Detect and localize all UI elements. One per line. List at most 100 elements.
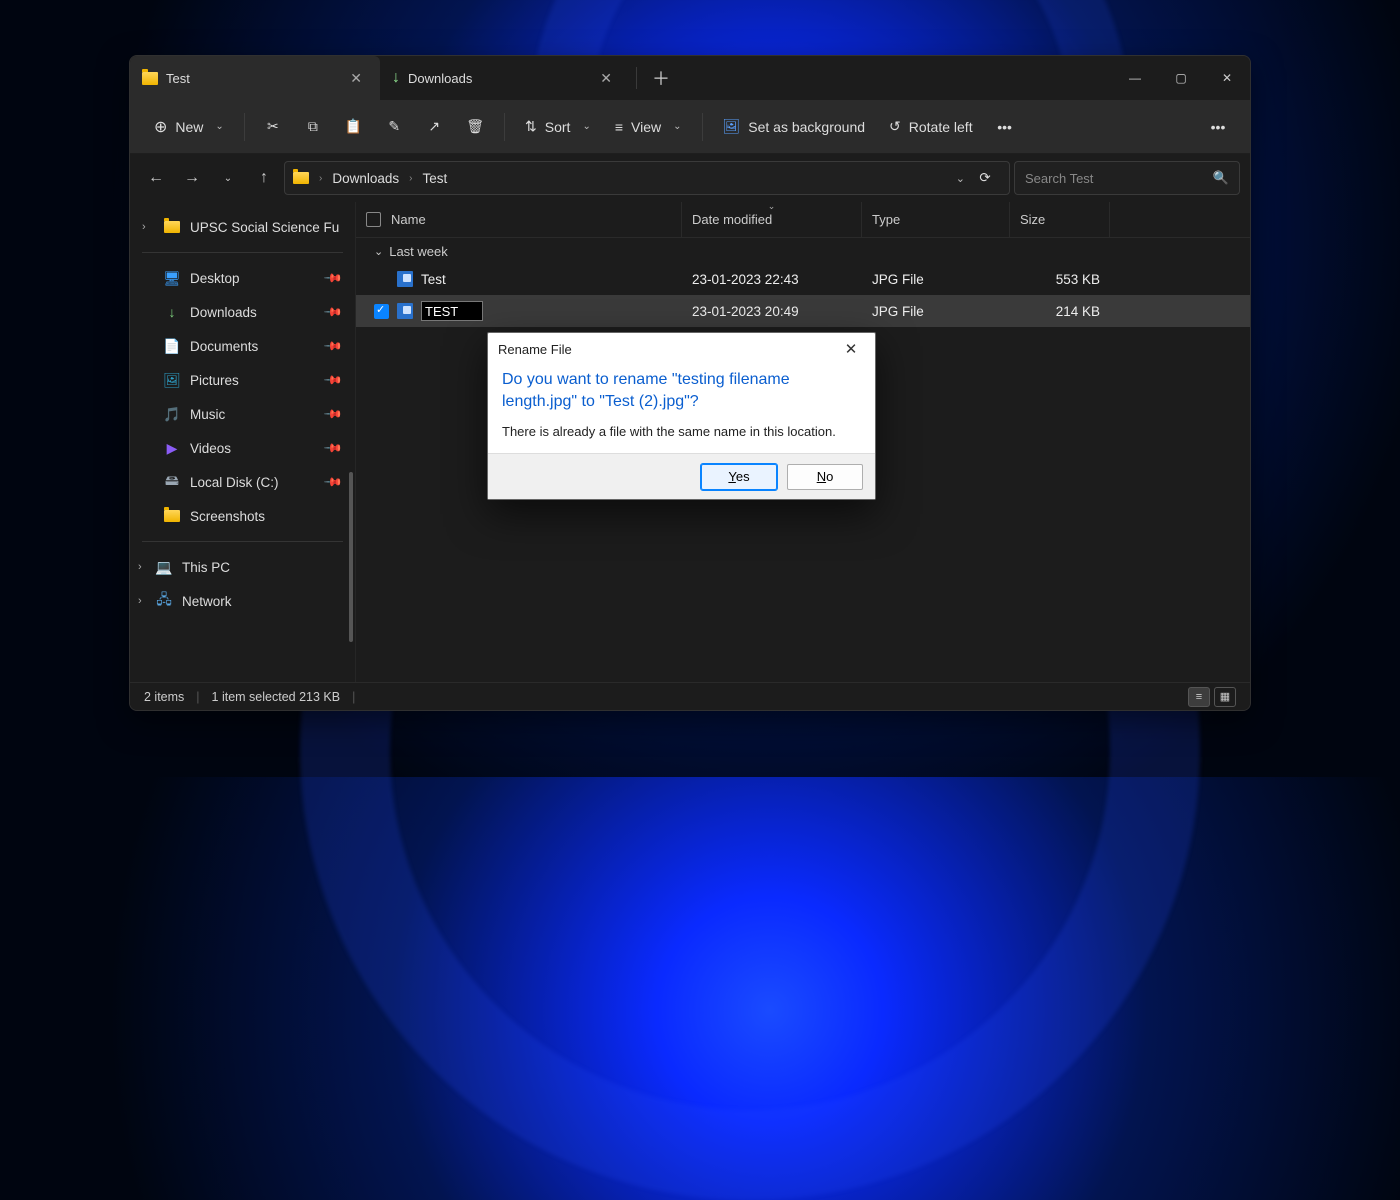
drive-icon: 🖴 bbox=[164, 474, 180, 490]
dialog-close-button[interactable]: ✕ bbox=[837, 335, 865, 363]
sidebar: › UPSC Social Science Fu 🖥 Desktop 📌 ↓ D… bbox=[130, 202, 356, 682]
column-size[interactable]: Size bbox=[1010, 202, 1110, 237]
yes-button[interactable]: Yes bbox=[701, 464, 777, 490]
pin-icon: 📌 bbox=[323, 404, 343, 424]
search-input[interactable]: Search Test 🔍 bbox=[1014, 161, 1240, 195]
sidebar-item-local-disk[interactable]: 🖴 Local Disk (C:) 📌 bbox=[136, 465, 349, 499]
sidebar-item-this-pc[interactable]: › 💻 This PC bbox=[136, 550, 349, 584]
view-button[interactable]: ≡ View ⌄ bbox=[605, 109, 692, 145]
pin-icon: 📌 bbox=[323, 438, 343, 458]
details-view-button[interactable]: ≡ bbox=[1188, 687, 1210, 707]
sidebar-label: Music bbox=[190, 407, 225, 422]
sidebar-label: Videos bbox=[190, 441, 231, 456]
breadcrumb-segment[interactable]: Downloads bbox=[332, 171, 399, 186]
back-button[interactable]: ← bbox=[140, 162, 172, 194]
picture-icon: 🖼 bbox=[723, 118, 741, 135]
no-button[interactable]: No bbox=[787, 464, 863, 490]
recent-locations-button[interactable]: ⌄ bbox=[212, 162, 244, 194]
file-row[interactable]: 23-01-2023 20:49 JPG File 214 KB bbox=[356, 295, 1250, 327]
minimize-button[interactable]: — bbox=[1112, 56, 1158, 100]
titlebar: Test ✕ ↓ Downloads ✕ ＋ — ▢ ✕ bbox=[130, 56, 1250, 100]
chevron-down-icon[interactable]: ⌄ bbox=[956, 172, 965, 185]
sort-button[interactable]: ⇅ Sort ⌄ bbox=[515, 109, 601, 145]
rename-button[interactable]: ✎ bbox=[376, 109, 412, 145]
group-header[interactable]: ⌄ Last week bbox=[356, 238, 1250, 263]
column-label: Name bbox=[391, 212, 426, 227]
thumbnails-view-button[interactable]: ▦ bbox=[1214, 687, 1236, 707]
row-checkbox[interactable] bbox=[374, 304, 389, 319]
select-all-checkbox[interactable] bbox=[366, 212, 381, 227]
dialog-question: Do you want to rename "testing filename … bbox=[502, 369, 861, 412]
folder-icon bbox=[164, 221, 180, 233]
close-tab-icon[interactable]: ✕ bbox=[594, 66, 618, 91]
search-icon: 🔍 bbox=[1213, 170, 1229, 186]
delete-button[interactable]: 🗑 bbox=[456, 109, 494, 145]
more-button-1[interactable]: ••• bbox=[987, 109, 1023, 145]
column-type[interactable]: Type bbox=[862, 202, 1010, 237]
sidebar-item-documents[interactable]: 📄 Documents 📌 bbox=[136, 329, 349, 363]
jpg-file-icon bbox=[397, 303, 413, 319]
videos-icon: ▶ bbox=[164, 440, 180, 456]
sidebar-label: Screenshots bbox=[190, 509, 265, 524]
plus-circle-icon: ⊕ bbox=[154, 117, 167, 137]
share-button[interactable]: ↗ bbox=[416, 109, 452, 145]
sidebar-item-pictures[interactable]: 🖼 Pictures 📌 bbox=[136, 363, 349, 397]
maximize-button[interactable]: ▢ bbox=[1158, 56, 1204, 100]
refresh-button[interactable]: ⟳ bbox=[969, 170, 1001, 186]
new-tab-button[interactable]: ＋ bbox=[643, 60, 679, 96]
status-bar: 2 items | 1 item selected 213 KB | ≡ ▦ bbox=[130, 682, 1250, 710]
copy-icon: ⧉ bbox=[308, 118, 318, 135]
file-type: JPG File bbox=[872, 272, 924, 287]
sidebar-item-downloads[interactable]: ↓ Downloads 📌 bbox=[136, 295, 349, 329]
toolbar: ⊕ New ⌄ ✂ ⧉ 📋 ✎ ↗ 🗑 ⇅ Sort ⌄ ≡ View ⌄ 🖼 … bbox=[130, 100, 1250, 154]
sidebar-item-music[interactable]: 🎵 Music 📌 bbox=[136, 397, 349, 431]
breadcrumb-segment[interactable]: Test bbox=[422, 171, 447, 186]
up-button[interactable]: ↑ bbox=[248, 162, 280, 194]
pin-icon: 📌 bbox=[323, 336, 343, 356]
view-label: View bbox=[631, 119, 661, 135]
chevron-right-icon[interactable]: › bbox=[138, 595, 142, 607]
column-label: Size bbox=[1020, 212, 1045, 227]
status-item-count: 2 items bbox=[144, 690, 184, 704]
new-button[interactable]: ⊕ New ⌄ bbox=[144, 109, 234, 145]
window-controls: — ▢ ✕ bbox=[1112, 56, 1250, 100]
more-button-2[interactable]: ••• bbox=[1200, 109, 1236, 145]
sort-label: Sort bbox=[545, 119, 571, 135]
sidebar-label: Network bbox=[182, 594, 232, 609]
column-date[interactable]: Date modified ⌄ bbox=[682, 202, 862, 237]
close-window-button[interactable]: ✕ bbox=[1204, 56, 1250, 100]
paste-button[interactable]: 📋 bbox=[335, 109, 372, 145]
more-icon: ••• bbox=[997, 119, 1012, 135]
rotate-left-button[interactable]: ↺ Rotate left bbox=[879, 109, 983, 145]
copy-button[interactable]: ⧉ bbox=[295, 109, 331, 145]
forward-button[interactable]: → bbox=[176, 162, 208, 194]
cut-button[interactable]: ✂ bbox=[255, 109, 291, 145]
share-icon: ↗ bbox=[428, 118, 440, 135]
divider: | bbox=[352, 690, 355, 704]
sidebar-item-videos[interactable]: ▶ Videos 📌 bbox=[136, 431, 349, 465]
chevron-down-icon: ⌄ bbox=[215, 121, 223, 132]
tab-test[interactable]: Test ✕ bbox=[130, 56, 380, 100]
search-placeholder: Search Test bbox=[1025, 171, 1093, 186]
chevron-right-icon: › bbox=[313, 173, 328, 184]
sort-indicator-icon: ⌄ bbox=[768, 201, 776, 212]
file-row[interactable]: Test 23-01-2023 22:43 JPG File 553 KB bbox=[356, 263, 1250, 295]
set-background-button[interactable]: 🖼 Set as background bbox=[713, 109, 876, 145]
close-tab-icon[interactable]: ✕ bbox=[344, 66, 368, 91]
sidebar-item-upsc[interactable]: › UPSC Social Science Fu bbox=[136, 210, 349, 244]
download-icon: ↓ bbox=[164, 304, 180, 320]
sidebar-item-screenshots[interactable]: Screenshots bbox=[136, 499, 349, 533]
scrollbar-thumb[interactable] bbox=[349, 472, 353, 642]
rename-input[interactable] bbox=[421, 301, 483, 321]
divider: | bbox=[196, 690, 199, 704]
scissors-icon: ✂ bbox=[267, 118, 279, 135]
sort-icon: ⇅ bbox=[525, 118, 537, 135]
sidebar-item-network[interactable]: › 🖧 Network bbox=[136, 584, 349, 618]
chevron-right-icon[interactable]: › bbox=[142, 221, 146, 233]
tab-downloads[interactable]: ↓ Downloads ✕ bbox=[380, 56, 630, 100]
sidebar-label: Documents bbox=[190, 339, 258, 354]
chevron-right-icon[interactable]: › bbox=[138, 561, 142, 573]
sidebar-item-desktop[interactable]: 🖥 Desktop 📌 bbox=[136, 261, 349, 295]
column-name[interactable]: Name bbox=[356, 202, 682, 237]
address-bar[interactable]: › Downloads › Test ⌄ ⟳ bbox=[284, 161, 1010, 195]
